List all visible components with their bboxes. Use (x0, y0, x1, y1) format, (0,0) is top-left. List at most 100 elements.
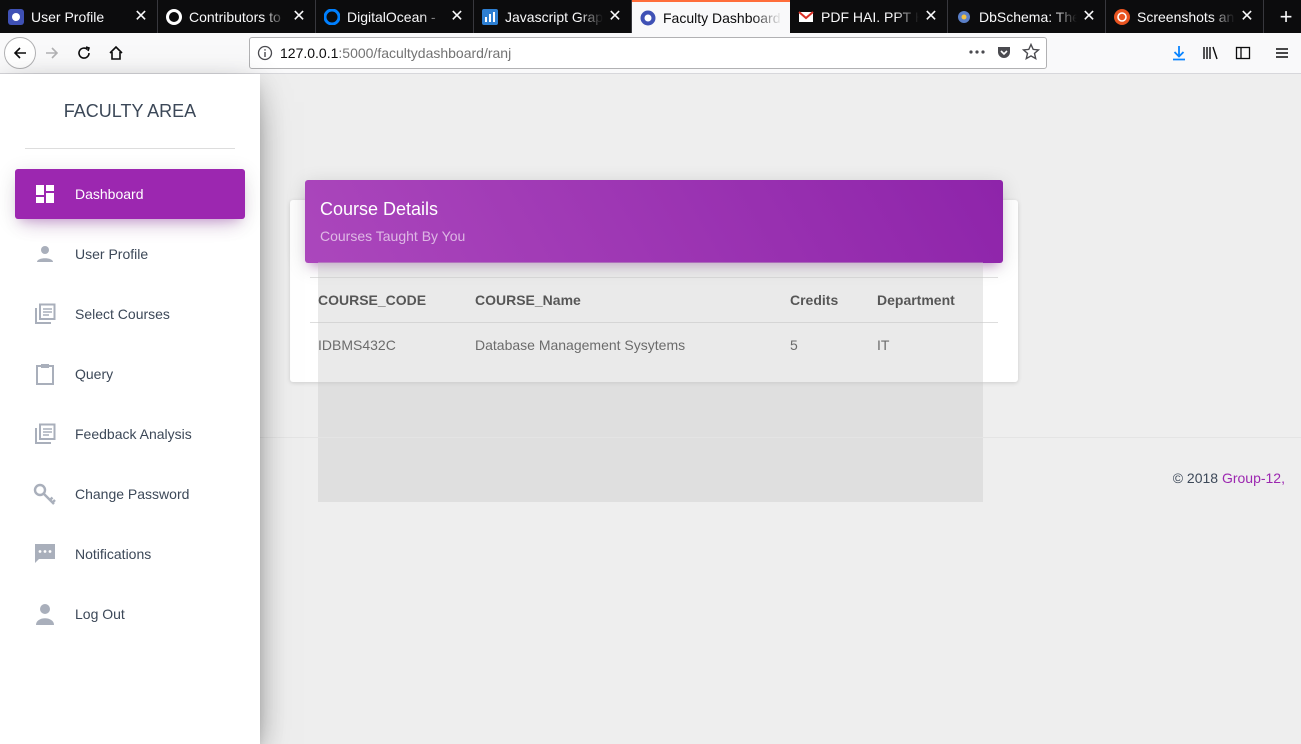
chart-favicon-icon (482, 8, 498, 25)
close-icon[interactable]: ✕ (607, 8, 623, 25)
browser-tab[interactable]: PDF HAI. PPT HA ✕ (790, 0, 948, 33)
table-cell: 5 (790, 337, 798, 354)
browser-tab[interactable]: DigitalOcean - ✕ (316, 0, 474, 33)
divider (25, 148, 235, 149)
sidebar-item-notifications[interactable]: Notifications (15, 529, 245, 579)
info-icon[interactable] (250, 45, 280, 61)
sidebar: FACULTY AREA Dashboard User Profile Sele… (0, 74, 260, 744)
pocket-icon[interactable] (996, 44, 1012, 63)
clipboard-icon (33, 362, 57, 386)
back-button[interactable] (4, 37, 36, 69)
sidebar-item-label: Select Courses (75, 306, 170, 322)
download-button[interactable] (1163, 37, 1195, 69)
url-path: :5000/facultydashboard/ranj (338, 45, 512, 61)
close-icon[interactable]: ✕ (291, 8, 307, 25)
sidebar-toggle-button[interactable] (1227, 37, 1259, 69)
forward-button[interactable] (36, 37, 68, 69)
browser-tab[interactable]: DbSchema: The ✕ (948, 0, 1106, 33)
menu-button[interactable] (1266, 37, 1298, 69)
column-header: COURSE_Name (467, 277, 782, 323)
home-button[interactable] (100, 37, 132, 69)
copyright: © 2018 Group-12, (1173, 470, 1285, 486)
close-icon[interactable]: ✕ (923, 8, 939, 25)
group-link[interactable]: Group-12, (1222, 470, 1285, 486)
card-title: Course Details (320, 199, 439, 219)
browser-tab[interactable]: Screenshots and ✕ (1106, 0, 1264, 33)
more-actions-icon[interactable] (968, 44, 986, 63)
copyright-text: © 2018 (1172, 470, 1219, 486)
hamburger-icon (1276, 48, 1288, 58)
home-icon (109, 45, 123, 60)
close-icon[interactable]: ✕ (133, 8, 149, 25)
table-cell: IDBMS432C (318, 337, 396, 354)
ubuntu-favicon-icon (1114, 8, 1130, 25)
browser-tab[interactable]: Javascript Graph ✕ (474, 0, 632, 33)
reload-button[interactable] (68, 37, 100, 69)
sidebar-item-change-password[interactable]: Change Password (15, 469, 245, 519)
new-tab-button[interactable]: + (1271, 0, 1301, 33)
card-subtitle: Courses Taught By You (320, 228, 466, 244)
sidebar-item-label: Change Password (75, 486, 190, 502)
url-text[interactable]: 127.0.0.1:5000/facultydashboard/ranj (280, 45, 968, 61)
chat-bubble-icon (33, 542, 57, 566)
sidebar-item-query[interactable]: Query (15, 349, 245, 399)
table-header-row: COURSE_CODE COURSE_Name Credits Departme… (310, 277, 998, 323)
sidebar-item-dashboard[interactable]: Dashboard (15, 169, 245, 219)
digitalocean-favicon-icon (324, 8, 340, 25)
github-favicon-icon (166, 8, 182, 25)
profile-favicon-icon (8, 8, 24, 25)
table-cell: IT (877, 337, 890, 354)
close-icon[interactable]: ✕ (1081, 8, 1097, 25)
course-details-card: Course Details Courses Taught By You COU… (290, 180, 1018, 382)
dbschema-favicon-icon (956, 9, 972, 25)
table-cell: Database Management Sysytems (475, 337, 686, 354)
tab-title: User Profile (31, 8, 105, 25)
address-bar[interactable]: 127.0.0.1:5000/facultydashboard/ranj (249, 37, 1047, 69)
table-row: IDBMS432C Database Management Sysytems 5… (310, 323, 998, 368)
close-icon[interactable]: ✕ (449, 8, 465, 25)
browser-nav-bar: 127.0.0.1:5000/facultydashboard/ranj (0, 33, 1301, 74)
column-header: Credits (782, 277, 869, 323)
sidebar-item-feedback-analysis[interactable]: Feedback Analysis (15, 409, 245, 459)
gmail-favicon-icon (798, 9, 814, 25)
tab-title: Contributors to (189, 8, 281, 25)
library-button[interactable] (1195, 37, 1227, 69)
tab-title: Javascript Graph (505, 8, 603, 25)
sidebar-item-label: Feedback Analysis (75, 426, 192, 442)
close-icon[interactable]: ✕ (1239, 8, 1255, 25)
tab-title: DigitalOcean - (347, 8, 436, 25)
sidebar-item-select-courses[interactable]: Select Courses (15, 289, 245, 339)
library-icon (1203, 46, 1218, 60)
star-icon[interactable] (1021, 42, 1041, 64)
reload-icon (78, 46, 91, 59)
browser-tab[interactable]: Contributors to ✕ (158, 0, 316, 33)
browser-tab-active[interactable]: Faculty Dashboard (632, 0, 790, 33)
tab-title: Screenshots and (1137, 8, 1235, 25)
tab-title: Faculty Dashboard (663, 9, 781, 26)
sidebar-icon (1235, 46, 1251, 60)
card-header: Course Details Courses Taught By You (305, 180, 1003, 263)
arrow-right-icon (46, 47, 59, 59)
profile-favicon-icon (640, 10, 656, 26)
sidebar-menu: Dashboard User Profile Select Courses Qu… (15, 169, 245, 649)
column-header: COURSE_CODE (310, 277, 467, 323)
sidebar-item-label: Query (75, 366, 114, 382)
browser-tab-bar: User Profile ✕ Contributors to ✕ Digital… (0, 0, 1301, 33)
sidebar-item-label: User Profile (75, 246, 149, 262)
download-icon (1173, 46, 1185, 61)
arrow-left-icon (13, 47, 26, 59)
sidebar-item-label: Notifications (75, 546, 152, 562)
sidebar-brand[interactable]: FACULTY AREA (0, 74, 260, 149)
sidebar-item-log-out[interactable]: Log Out (15, 589, 245, 639)
library-books-icon (33, 422, 57, 446)
sidebar-item-label: Dashboard (75, 186, 144, 202)
user-icon (33, 602, 57, 626)
library-books-icon (33, 302, 57, 326)
dashboard-icon (33, 182, 57, 206)
browser-tab[interactable]: User Profile ✕ (0, 0, 158, 33)
column-header: Department (869, 277, 998, 323)
key-icon (33, 482, 57, 506)
tab-title: DbSchema: The (979, 8, 1077, 25)
main-content: Course Details Courses Taught By You COU… (260, 74, 1301, 744)
sidebar-item-user-profile[interactable]: User Profile (15, 229, 245, 279)
